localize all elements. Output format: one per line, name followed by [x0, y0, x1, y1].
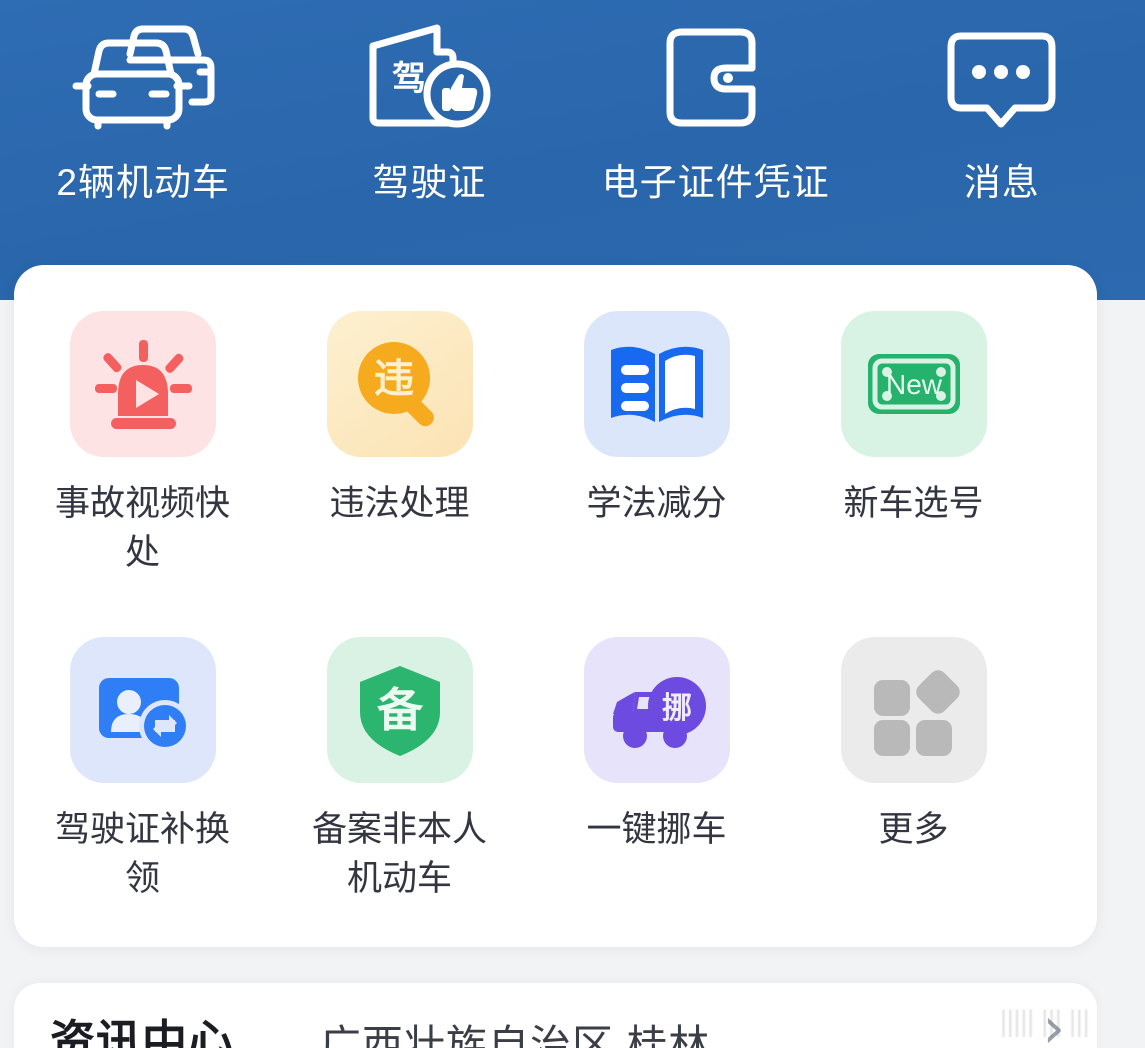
two-cars-icon	[68, 18, 218, 136]
news-center-card[interactable]: 资讯中心 广西壮族自治区 桂林 ›	[14, 983, 1097, 1048]
service-item-label: 事故视频快处	[54, 484, 230, 572]
header-quick-links: 2辆机动车 驾 驾驶证 电子证件凭证 消息	[0, 0, 1145, 240]
service-tile: New	[840, 311, 987, 457]
service-item-violation[interactable]: 违 违法处理	[271, 311, 528, 577]
service-tile	[583, 311, 730, 457]
id-card-renew-icon	[98, 678, 191, 752]
open-book-icon	[610, 346, 703, 422]
new-plate-icon: New	[867, 354, 960, 414]
accident-siren-icon	[94, 340, 192, 429]
service-tile	[69, 311, 216, 457]
service-item-label: 备案非本人机动车	[311, 810, 487, 898]
wallet-icon	[656, 18, 776, 136]
header-item-label: 消息	[963, 162, 1040, 203]
service-item-study-law[interactable]: 学法减分	[528, 311, 785, 577]
driver-license-icon: 驾	[359, 18, 499, 136]
service-item-label: 更多	[878, 810, 949, 849]
service-item-label: 新车选号	[843, 484, 984, 523]
header-item-edocs[interactable]: 电子证件凭证	[588, 18, 843, 206]
service-item-license-renew[interactable]: 驾驶证补换领	[14, 637, 271, 903]
service-item-label: 一键挪车	[586, 810, 727, 849]
plate-badge-text: New	[885, 369, 942, 400]
service-item-label: 学法减分	[586, 484, 727, 523]
service-item-more[interactable]: 更多	[785, 637, 1042, 903]
service-tile: 备	[326, 637, 473, 783]
services-card: 事故视频快处 违 违法处理 学法减分 New 新车选号 驾驶证补换领 备 备案非…	[14, 265, 1097, 947]
svg-text:违: 违	[374, 357, 414, 401]
move-car-icon: 挪	[612, 677, 706, 748]
news-center-title: 资讯中心	[50, 1016, 235, 1048]
svg-text:驾: 驾	[392, 60, 426, 98]
service-tile	[840, 637, 987, 783]
chevron-right-icon[interactable]: ›	[1043, 1001, 1065, 1048]
service-item-record-vehicle[interactable]: 备 备案非本人机动车	[271, 637, 528, 903]
service-item-move-car[interactable]: 挪 一键挪车	[528, 637, 785, 903]
news-region-selector[interactable]: 广西壮族自治区 桂林	[320, 1011, 710, 1048]
header-item-label: 电子证件凭证	[601, 162, 830, 203]
service-item-accident-video[interactable]: 事故视频快处	[14, 311, 271, 577]
header-item-messages[interactable]: 消息	[874, 18, 1129, 206]
header-banner: 2辆机动车 驾 驾驶证 电子证件凭证 消息	[0, 0, 1145, 300]
message-bubble-icon	[939, 18, 1064, 136]
services-grid: 事故视频快处 违 违法处理 学法减分 New 新车选号 驾驶证补换领 备 备案非…	[14, 311, 1097, 903]
more-grid-icon	[873, 670, 960, 756]
header-item-label: 2辆机动车	[56, 162, 230, 203]
shield-badge-text: 备	[377, 684, 424, 736]
header-item-vehicles[interactable]: 2辆机动车	[16, 18, 271, 206]
app-screen: 2辆机动车 驾 驾驶证 电子证件凭证 消息 事故视频快处 违 违法处理 学法减分…	[0, 0, 1145, 1048]
header-item-label: 驾驶证	[372, 162, 487, 203]
header-item-license[interactable]: 驾 驾驶证	[302, 18, 557, 206]
service-tile	[69, 637, 216, 783]
service-tile: 挪	[583, 637, 730, 783]
shield-record-icon: 备	[359, 666, 440, 756]
service-item-label: 驾驶证补换领	[54, 810, 230, 898]
move-badge-text: 挪	[662, 692, 692, 725]
service-tile: 违	[326, 311, 473, 457]
violation-search-icon: 违	[357, 342, 434, 427]
service-item-label: 违法处理	[329, 484, 470, 523]
service-item-new-plate[interactable]: New 新车选号	[785, 311, 1042, 577]
